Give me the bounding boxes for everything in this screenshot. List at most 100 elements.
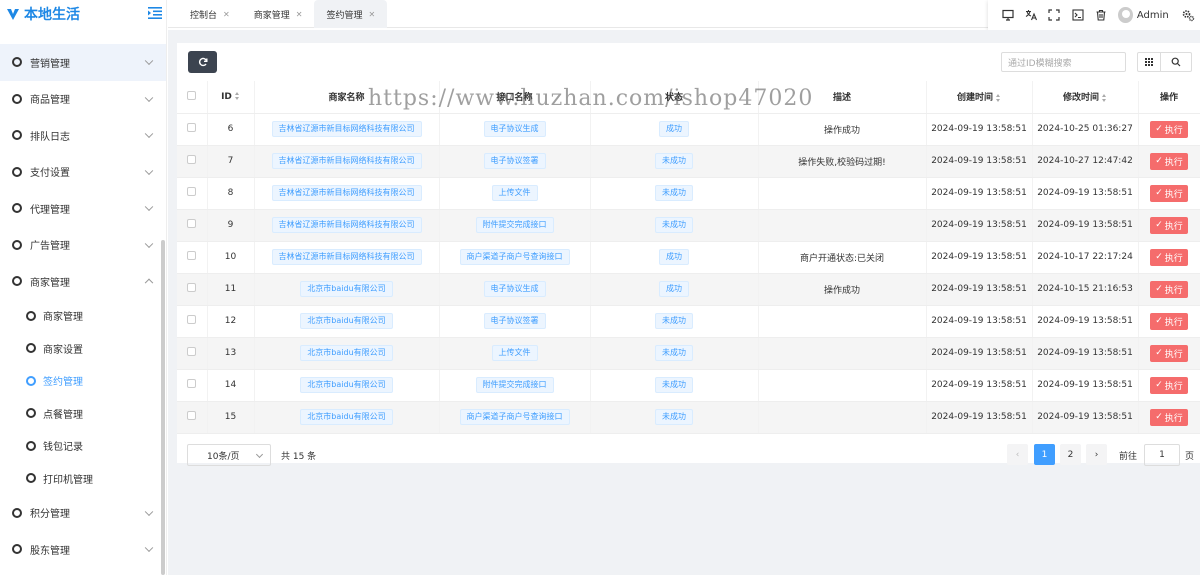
search-input[interactable]: 通过ID模糊搜索 <box>1001 52 1126 72</box>
row-select-cell[interactable] <box>177 369 208 402</box>
row-checkbox[interactable] <box>187 315 197 324</box>
goto-page-input[interactable]: 1 <box>1144 444 1180 466</box>
status-badge: 成功 <box>659 249 689 265</box>
next-page-button[interactable]: › <box>1086 444 1107 465</box>
row-checkbox[interactable] <box>187 283 197 292</box>
trash-icon[interactable] <box>1089 2 1112 28</box>
sidebar-scrollbar[interactable] <box>161 240 165 575</box>
row-checkbox[interactable] <box>187 379 197 388</box>
page-size-select[interactable]: 10条/页 <box>187 444 271 466</box>
execute-button[interactable]: ✓ 执行 <box>1150 120 1188 138</box>
close-icon[interactable]: ✕ <box>368 10 375 19</box>
logo-icon <box>7 9 19 20</box>
row-select-cell[interactable] <box>177 145 208 178</box>
status-badge: 未成功 <box>655 377 693 393</box>
page-button[interactable]: 2 <box>1060 444 1081 465</box>
menu-collapse-icon[interactable] <box>148 7 162 19</box>
execute-button[interactable]: ✓ 执行 <box>1150 152 1188 170</box>
main-content: 通过ID模糊搜索 ID 商家名称 接口名称 状态 描述 创建时间 修改时间 操作… <box>168 30 1200 575</box>
table-row: 9 吉林省辽源市新目标网络科技有限公司 附件提交完成接口 未成功 2024-09-19 … <box>177 209 1200 242</box>
status-cell: 未成功 <box>590 369 759 402</box>
sidebar-subitem-wallet[interactable]: 钱包记录 <box>0 430 166 463</box>
row-checkbox[interactable] <box>187 251 197 260</box>
column-toggle-button[interactable] <box>1137 52 1161 72</box>
close-icon[interactable]: ✕ <box>223 10 230 19</box>
avatar[interactable] <box>1118 7 1133 23</box>
tab-contracts[interactable]: 签约管理 ✕ <box>314 0 388 28</box>
sidebar-item-merchants[interactable]: 商家管理 <box>0 263 166 300</box>
execute-button[interactable]: ✓ 执行 <box>1150 376 1188 394</box>
sidebar-item-payment[interactable]: 支付设置 <box>0 154 166 191</box>
row-select-cell[interactable] <box>177 241 208 274</box>
search-button[interactable] <box>1161 52 1192 72</box>
sidebar-item-products[interactable]: 商品管理 <box>0 81 166 118</box>
sidebar-subitem-contracts[interactable]: 签约管理 <box>0 365 166 398</box>
chevron-down-icon <box>144 239 154 248</box>
terminal-icon[interactable] <box>1066 2 1089 28</box>
row-select-cell[interactable] <box>177 209 208 242</box>
execute-button[interactable]: ✓ 执行 <box>1150 216 1188 234</box>
user-name[interactable]: Admin <box>1137 10 1169 21</box>
circle-icon <box>12 507 22 518</box>
grid-icon <box>1145 58 1153 66</box>
row-select-cell[interactable] <box>177 113 208 146</box>
status-badge: 未成功 <box>655 153 693 169</box>
monitor-icon[interactable] <box>996 2 1019 28</box>
sidebar-item-agents[interactable]: 代理管理 <box>0 190 166 227</box>
sort-icon[interactable] <box>996 93 1001 102</box>
execute-button[interactable]: ✓ 执行 <box>1150 184 1188 202</box>
row-select-cell[interactable] <box>177 305 208 338</box>
id-cell: 6 <box>207 113 255 146</box>
status-cell: 未成功 <box>590 177 759 210</box>
settings-icon[interactable] <box>1177 2 1200 28</box>
sidebar-item-shareholders[interactable]: 股东管理 <box>0 531 166 568</box>
execute-label: 执行 <box>1164 285 1183 296</box>
merchant-tag: 吉林省辽源市新目标网络科技有限公司 <box>271 121 422 137</box>
refresh-button[interactable] <box>188 51 217 73</box>
page-button[interactable]: 1 <box>1034 444 1055 465</box>
execute-button[interactable]: ✓ 执行 <box>1150 408 1188 426</box>
execute-button[interactable]: ✓ 执行 <box>1150 280 1188 298</box>
header-id[interactable]: ID <box>207 81 255 114</box>
row-checkbox[interactable] <box>187 187 197 196</box>
sidebar-subitem-merchant-settings[interactable]: 商家设置 <box>0 332 166 365</box>
execute-button[interactable]: ✓ 执行 <box>1150 312 1188 330</box>
translate-icon[interactable] <box>1019 2 1042 28</box>
row-select-cell[interactable] <box>177 273 208 306</box>
sidebar-item-marketing[interactable]: 营销管理 <box>0 44 166 81</box>
tab-console[interactable]: 控制台 ✕ <box>178 0 242 28</box>
created-cell: 2024-09-19 13:58:51 <box>926 145 1033 178</box>
api-tag: 电子协议签署 <box>483 313 546 329</box>
prev-page-button[interactable]: ‹ <box>1007 444 1028 465</box>
logo[interactable]: 本地生活 <box>0 0 166 28</box>
select-all-cell[interactable] <box>177 81 208 114</box>
close-icon[interactable]: ✕ <box>296 10 303 19</box>
row-checkbox[interactable] <box>187 155 197 164</box>
row-select-cell[interactable] <box>177 177 208 210</box>
sort-icon[interactable] <box>234 92 240 101</box>
sidebar-item-queue-log[interactable]: 排队日志 <box>0 117 166 154</box>
row-select-cell[interactable] <box>177 337 208 370</box>
action-cell: ✓ 执行 <box>1138 241 1200 274</box>
sidebar-subitem-ordering[interactable]: 点餐管理 <box>0 397 166 430</box>
row-checkbox[interactable] <box>187 347 197 356</box>
search-icon <box>1171 57 1181 67</box>
sort-icon[interactable] <box>1102 93 1107 102</box>
fullscreen-icon[interactable] <box>1043 2 1066 28</box>
row-checkbox[interactable] <box>187 411 197 420</box>
execute-label: 执行 <box>1164 413 1183 424</box>
row-checkbox[interactable] <box>187 123 197 132</box>
execute-button[interactable]: ✓ 执行 <box>1150 344 1188 362</box>
sidebar-item-ads[interactable]: 广告管理 <box>0 227 166 264</box>
sidebar-subitem-printers[interactable]: 打印机管理 <box>0 462 166 495</box>
row-select-cell[interactable] <box>177 401 208 434</box>
tab-merchant-manage[interactable]: 商家管理 ✕ <box>242 0 315 28</box>
row-checkbox[interactable] <box>187 219 197 228</box>
sidebar-item-points[interactable]: 积分管理 <box>0 495 166 532</box>
execute-button[interactable]: ✓ 执行 <box>1150 248 1188 266</box>
header-created[interactable]: 创建时间 <box>926 81 1033 114</box>
header-modified[interactable]: 修改时间 <box>1032 81 1139 114</box>
merchant-cell: 吉林省辽源市新目标网络科技有限公司 <box>254 113 440 146</box>
sidebar-subitem-merchant-manage[interactable]: 商家管理 <box>0 300 166 333</box>
select-all-checkbox[interactable] <box>187 90 197 100</box>
